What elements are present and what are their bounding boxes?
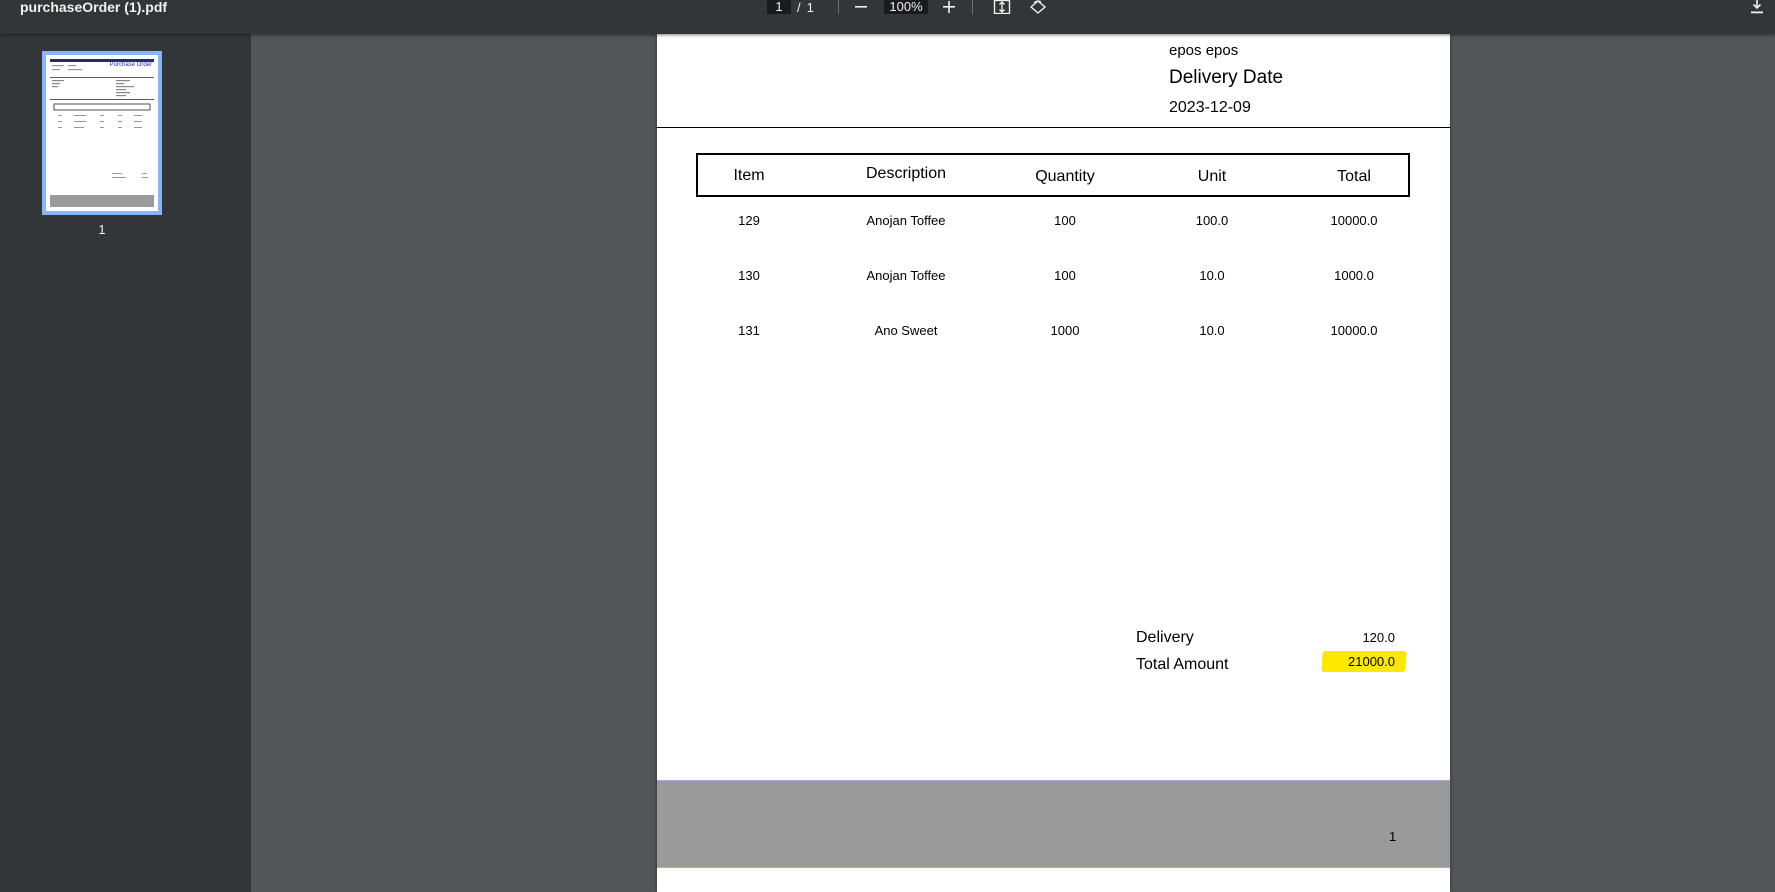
cell-total: 10000.0 (1330, 213, 1378, 228)
rotate-icon (1029, 0, 1047, 14)
toolbar-divider (972, 0, 973, 14)
fit-page-button[interactable] (992, 0, 1012, 14)
fit-page-icon (993, 0, 1011, 14)
total-amount-value: 21000.0 (1348, 654, 1395, 669)
page-separator: / (797, 0, 801, 15)
zoom-out-button[interactable] (852, 0, 870, 14)
cell-quantity: 1000 (1050, 323, 1080, 338)
cell-quantity: 100 (1054, 213, 1076, 228)
cell-total: 1000.0 (1334, 268, 1374, 283)
cell-unit: 10.0 (1199, 323, 1225, 338)
thumbnail-preview (50, 59, 154, 207)
zoom-level-input[interactable]: 100% (884, 0, 928, 14)
delivery-date-label: Delivery Date (1169, 67, 1284, 88)
cut-off-text: null (695, 34, 718, 38)
page-number-input[interactable]: 1 (767, 0, 791, 14)
thumbnail-title: Purchase Order (109, 62, 152, 68)
thumbnail-page-label: 1 (98, 222, 106, 237)
column-header-description: Description (865, 165, 947, 182)
cell-quantity: 100 (1054, 268, 1076, 283)
pdf-toolbar: purchaseOrder (1).pdf 1 / 1 100% (0, 0, 1775, 34)
thumbnail-sidebar: Purchase Order 1 (0, 34, 251, 892)
pdf-page: null epos epos Delivery Date 2023-12-09 … (657, 34, 1450, 892)
rotate-button[interactable] (1028, 0, 1048, 14)
section-divider (657, 127, 1450, 128)
cell-total: 10000.0 (1330, 323, 1378, 338)
cell-unit: 10.0 (1199, 268, 1225, 283)
cell-item: 130 (738, 268, 760, 283)
plus-icon (943, 1, 955, 13)
cell-unit: 100.0 (1195, 213, 1229, 228)
delivery-value: 120.0 (1362, 630, 1395, 645)
supplier-name: epos epos (1169, 42, 1239, 59)
page-navigation: 1 / 1 (767, 0, 814, 15)
cell-item: 129 (738, 213, 760, 228)
page-thumbnail[interactable]: Purchase Order (42, 51, 162, 215)
download-icon (1751, 0, 1763, 14)
page-total: 1 (806, 0, 814, 15)
zoom-in-button[interactable] (940, 0, 958, 14)
column-header-item: Item (733, 167, 765, 184)
delivery-date-value: 2023-12-09 (1169, 99, 1251, 116)
download-button[interactable] (1748, 0, 1766, 14)
cell-description: Ano Sweet (874, 323, 938, 338)
column-header-total: Total (1337, 168, 1371, 185)
document-title: purchaseOrder (1).pdf (20, 0, 168, 15)
cell-item: 131 (738, 323, 760, 338)
cell-description: Anojan Toffee (866, 213, 946, 228)
total-amount-label: Total Amount (1136, 656, 1229, 673)
minus-icon (855, 6, 867, 8)
toolbar-divider (838, 0, 839, 14)
column-header-unit: Unit (1197, 168, 1227, 185)
column-header-quantity: Quantity (1035, 168, 1095, 185)
footer-page-number: 1 (1389, 829, 1397, 844)
delivery-label: Delivery (1136, 629, 1194, 646)
page-footer: 1 (657, 780, 1450, 868)
cell-description: Anojan Toffee (866, 268, 946, 283)
